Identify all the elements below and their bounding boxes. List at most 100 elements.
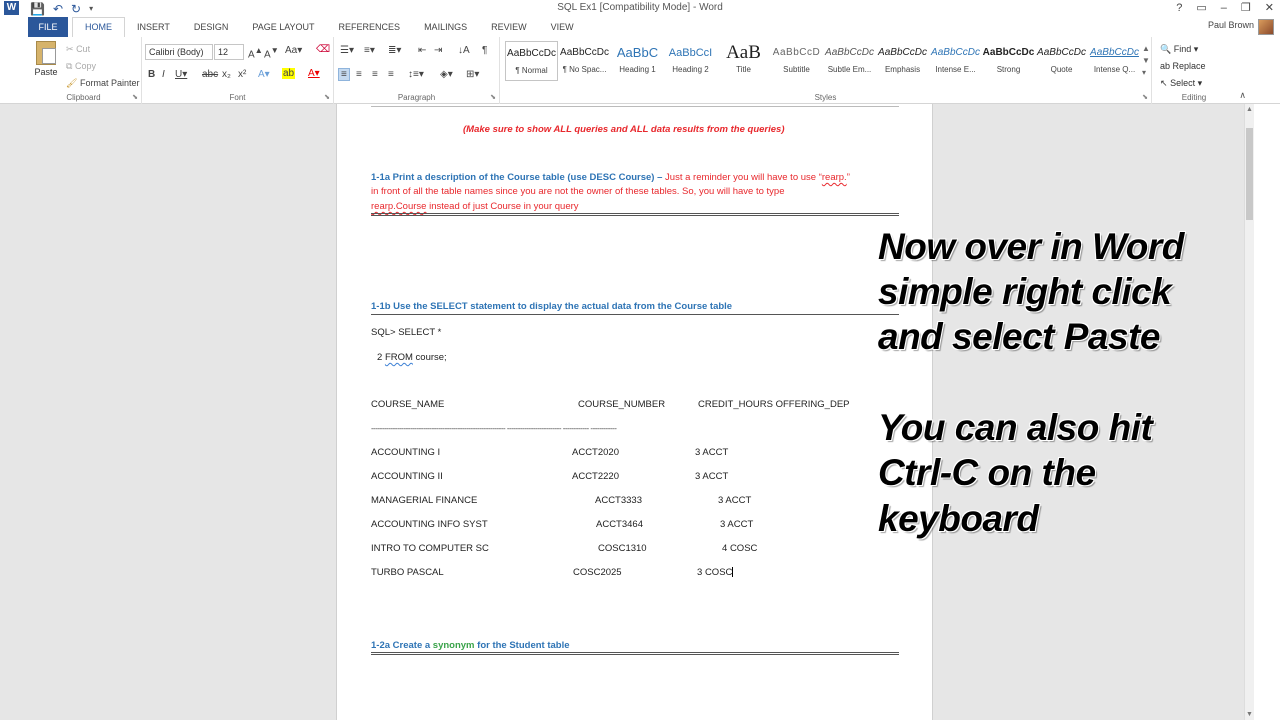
collapse-ribbon-icon[interactable]: ∧ [1239, 90, 1246, 101]
style-subtle-emphasis[interactable]: AaBbCcDc Subtle Em... [823, 41, 876, 81]
table-row: ACCT3464 [596, 519, 643, 530]
paste-button[interactable]: Paste [32, 41, 60, 87]
font-size-select[interactable]: 12 [214, 44, 244, 60]
style-strong[interactable]: AaBbCcDc Strong [982, 41, 1035, 81]
styles-scroll-icon[interactable]: ▲ ▼ ▾ [1142, 43, 1150, 79]
style-name: ¶ Normal [515, 66, 548, 75]
shrink-font-icon[interactable]: A▼ [264, 45, 279, 60]
tab-design[interactable]: DESIGN [182, 17, 241, 37]
text-effects-icon[interactable]: A▾ [258, 69, 270, 80]
misspelled-word[interactable]: rearp.Course [371, 201, 426, 212]
style-name: Intense E... [935, 65, 976, 74]
tab-references[interactable]: REFERENCES [327, 17, 413, 37]
style-preview: AaBbCcI [668, 47, 713, 59]
style-heading-1[interactable]: AaBbC Heading 1 [611, 41, 664, 81]
clipboard-launcher-icon[interactable]: ⬊ [132, 93, 138, 101]
highlight-icon[interactable]: ab [282, 68, 296, 79]
style-name: Strong [996, 65, 1021, 74]
table-row: INTRO TO COMPUTER SC [371, 543, 489, 554]
style-title[interactable]: AaB Title [717, 41, 770, 81]
styles-launcher-icon[interactable]: ⬊ [1142, 93, 1148, 101]
shading-icon[interactable]: ◈▾ [440, 69, 453, 80]
grow-font-icon[interactable]: A▲ [248, 45, 263, 60]
style-emphasis[interactable]: AaBbCcDc Emphasis [876, 41, 929, 81]
style-normal[interactable]: AaBbCcDc ¶ Normal [505, 41, 558, 81]
strikethrough-icon[interactable]: abc [202, 69, 218, 80]
tab-mailings[interactable]: MAILINGS [412, 17, 479, 37]
select-button[interactable]: ↖ Select ▾ [1160, 75, 1206, 92]
style-intense-quote[interactable]: AaBbCcDc Intense Q... [1088, 41, 1141, 81]
close-button[interactable]: ✕ [1265, 0, 1274, 17]
restore-button[interactable]: ❐ [1241, 0, 1251, 17]
header-credit-offering: CREDIT_HOURS OFFERING_DEP [698, 399, 850, 410]
superscript-icon[interactable]: x² [238, 69, 246, 80]
align-right-icon[interactable]: ≡ [372, 69, 378, 80]
clear-formatting-icon[interactable]: ⌫ [316, 44, 330, 55]
find-button[interactable]: 🔍 Find ▾ [1160, 41, 1206, 58]
scrollbar-thumb[interactable] [1246, 128, 1253, 220]
multilevel-list-icon[interactable]: ≣▾ [388, 45, 401, 56]
scroll-up-icon[interactable]: ▲ [1246, 106, 1253, 113]
copy-icon: ⧉ [66, 61, 73, 71]
borders-icon[interactable]: ⊞▾ [466, 69, 479, 80]
word-window: W 💾 ↶ ↻ ▾ SQL Ex1 [Compatibility Mode] -… [0, 0, 1280, 720]
user-name[interactable]: Paul Brown [1208, 20, 1254, 30]
minimize-button[interactable]: – [1221, 0, 1227, 17]
style-subtitle[interactable]: AaBbCcD Subtitle [770, 41, 823, 81]
avatar[interactable] [1258, 19, 1274, 35]
style-no-spacing[interactable]: AaBbCcDc ¶ No Spac... [558, 41, 611, 81]
ribbon-display-button[interactable]: ▭ [1196, 0, 1206, 17]
style-quote[interactable]: AaBbCcDc Quote [1035, 41, 1088, 81]
course-name: INTRO TO COMPUTER SC [371, 543, 489, 554]
change-case-icon[interactable]: Aa▾ [285, 45, 302, 56]
grammar-flagged-word[interactable]: FROM [385, 352, 413, 363]
table-row: 3 ACCT [695, 447, 728, 458]
sort-icon[interactable]: ↓A [458, 45, 470, 56]
credit-hours: 4 [722, 543, 728, 554]
underline-icon[interactable]: U▾ [175, 69, 187, 80]
bullets-icon[interactable]: ☰▾ [340, 45, 354, 56]
sql-line-1: SQL> SELECT * [371, 327, 442, 338]
table-row: ACCOUNTING INFO SYST [371, 519, 488, 530]
italic-icon[interactable]: I [162, 69, 165, 80]
font-family-select[interactable]: Calibri (Body) [145, 44, 213, 60]
font-color-icon[interactable]: A▾ [308, 68, 320, 79]
tab-page-layout[interactable]: PAGE LAYOUT [240, 17, 326, 37]
section-divider [371, 652, 899, 655]
align-center-icon[interactable]: ≡ [356, 69, 362, 80]
format-painter-button[interactable]: 🖌 Format Painter [66, 75, 139, 92]
align-left-icon[interactable]: ≡ [338, 68, 350, 81]
table-row: MANAGERIAL FINANCE [371, 495, 477, 506]
course-name: ACCOUNTING I [371, 447, 441, 458]
tab-file[interactable]: FILE [28, 17, 68, 37]
tab-review[interactable]: REVIEW [479, 17, 539, 37]
show-formatting-icon[interactable]: ¶ [482, 45, 487, 56]
numbering-icon[interactable]: ≡▾ [364, 45, 375, 56]
table-row: ACCT2220 [572, 471, 619, 482]
tab-insert[interactable]: INSERT [125, 17, 182, 37]
bold-icon[interactable]: B [148, 69, 155, 80]
offering-dep: ACCT [702, 471, 729, 482]
misspelled-word[interactable]: rearp. [822, 172, 847, 183]
justify-icon[interactable]: ≡ [388, 69, 394, 80]
table-row: COSC1310 [598, 543, 647, 554]
font-launcher-icon[interactable]: ⬊ [324, 93, 330, 101]
style-heading-2[interactable]: AaBbCcI Heading 2 [664, 41, 717, 81]
document-page[interactable]: (Make sure to show ALL queries and ALL d… [336, 104, 933, 720]
help-button[interactable]: ? [1176, 0, 1182, 17]
vertical-scrollbar[interactable]: ▲ ▼ [1244, 104, 1254, 720]
tab-view[interactable]: VIEW [539, 17, 586, 37]
tab-home[interactable]: HOME [72, 17, 125, 37]
line-spacing-icon[interactable]: ↕≡▾ [408, 69, 424, 80]
subscript-icon[interactable]: x₂ [222, 69, 231, 80]
copy-button[interactable]: ⧉ Copy [66, 58, 139, 75]
paragraph-launcher-icon[interactable]: ⬊ [490, 93, 496, 101]
style-intense-emphasis[interactable]: AaBbCcDc Intense E... [929, 41, 982, 81]
decrease-indent-icon[interactable]: ⇤ [418, 45, 426, 56]
increase-indent-icon[interactable]: ⇥ [434, 45, 442, 56]
find-label: Find [1173, 44, 1192, 54]
scroll-down-icon[interactable]: ▼ [1246, 711, 1253, 718]
table-row: ACCOUNTING I [371, 447, 440, 458]
replace-button[interactable]: ab Replace [1160, 58, 1206, 75]
cut-button[interactable]: ✂ Cut [66, 41, 139, 58]
